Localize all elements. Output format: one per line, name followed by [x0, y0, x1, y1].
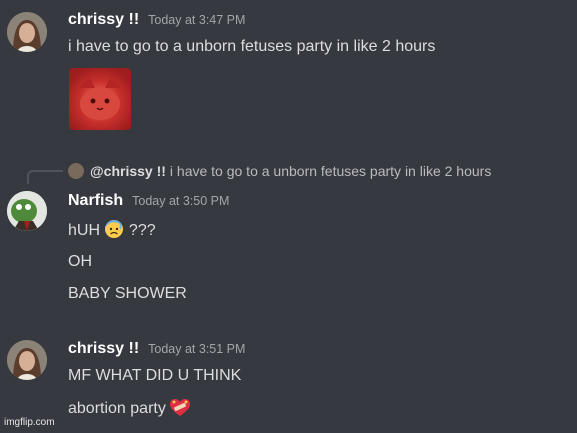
image-attachment[interactable] — [69, 68, 131, 130]
heart-with-bandage-icon — [170, 399, 191, 422]
avatar[interactable] — [7, 191, 47, 231]
avatar[interactable] — [7, 12, 47, 52]
avatar[interactable] — [7, 340, 47, 380]
message-text: MF WHAT DID U THINK — [68, 367, 242, 384]
timestamp: Today at 3:47 PM — [148, 13, 246, 27]
message-text: abortion party — [68, 399, 191, 422]
reply-connector — [27, 170, 63, 184]
message-text: OH — [68, 253, 92, 270]
pepe-avatar-image — [7, 191, 47, 231]
avatar-image — [7, 340, 47, 380]
reply-username: @chrissy !! — [90, 163, 166, 179]
timestamp: Today at 3:50 PM — [132, 194, 230, 208]
red-cat-image — [79, 76, 121, 120]
message-text: hUH ??? — [68, 219, 156, 244]
username[interactable]: chrissy !! Today at 3:47 PM — [68, 11, 245, 29]
timestamp: Today at 3:51 PM — [148, 342, 246, 356]
message-text: i have to go to a unborn fetuses party i… — [68, 38, 436, 55]
reply-text: i have to go to a unborn fetuses party i… — [169, 163, 492, 179]
avatar-image — [7, 12, 47, 52]
message-text: BABY SHOWER — [68, 285, 187, 302]
username[interactable]: chrissy !! Today at 3:51 PM — [68, 340, 245, 358]
reply-avatar — [68, 163, 84, 179]
reply-preview[interactable]: @chrissy !! i have to go to a unborn fetu… — [68, 163, 491, 179]
watermark: imgflip.com — [4, 417, 55, 428]
anxious-face-with-sweat-icon — [104, 219, 124, 244]
username[interactable]: Narfish Today at 3:50 PM — [68, 192, 229, 210]
